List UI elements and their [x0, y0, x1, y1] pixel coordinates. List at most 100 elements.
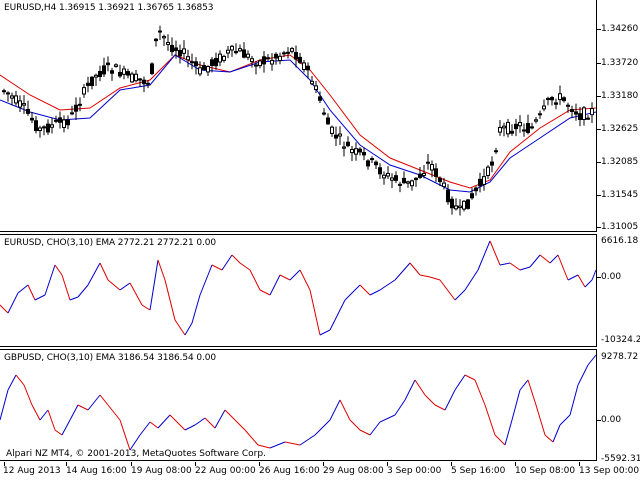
oscillator-segment — [157, 414, 171, 429]
candle-body — [222, 55, 226, 61]
candle-body — [498, 127, 502, 133]
candle-body — [218, 53, 222, 63]
candle-body — [178, 50, 182, 57]
oscillator-segment — [314, 419, 331, 436]
oscillator-segment — [61, 419, 71, 436]
oscillator-segment — [414, 379, 426, 396]
candle-body — [302, 62, 306, 70]
candle-body — [546, 97, 550, 101]
indicator-plot-area[interactable]: GBPUSD, CHO(3,10) EMA 3186.54 3186.54 0.… — [0, 349, 597, 461]
candle-body — [418, 173, 422, 178]
oscillator-segment — [269, 274, 281, 296]
oscillator-segment — [7, 292, 19, 314]
oscillator-segment — [169, 414, 186, 431]
oscillator-segment — [99, 262, 109, 281]
candle-body — [590, 108, 594, 116]
time-label: 10 Sep 08:00 — [515, 466, 576, 476]
candle-body — [350, 148, 354, 154]
oscillator-segment — [535, 404, 546, 436]
scale-label-zero: 0.00 — [601, 272, 622, 282]
oscillator-segment — [404, 379, 416, 401]
candle-body — [142, 79, 146, 85]
indicator-pane-eurusd[interactable]: EURUSD, CHO(3,10) EMA 2772.21 2772.21 0.… — [0, 234, 640, 347]
candle-body — [78, 103, 82, 106]
price-axis-label: 1.31005 — [601, 222, 639, 232]
oscillator-segment — [584, 279, 593, 288]
candle-body — [522, 129, 526, 132]
oscillator-segment — [87, 262, 101, 286]
oscillator-segment — [44, 264, 56, 296]
candle-body — [198, 67, 202, 75]
indicator-title: EURUSD, CHO(3,10) EMA 2772.21 2772.21 0.… — [4, 238, 217, 248]
candle-body — [6, 92, 10, 95]
candle-body — [542, 105, 546, 110]
candle-body — [290, 48, 294, 52]
candle-body — [166, 41, 170, 45]
candle-body — [18, 100, 22, 108]
candle-body — [422, 172, 426, 176]
candle-body — [106, 62, 110, 66]
oscillator-segment — [439, 279, 456, 301]
candle-body — [294, 52, 298, 60]
oscillator-segment — [231, 254, 241, 264]
candle-body — [558, 93, 562, 101]
scale-label-max: 6616.18 — [601, 236, 639, 246]
candle-body — [254, 64, 258, 67]
oscillator-segment — [489, 240, 501, 266]
candle-body — [90, 76, 94, 86]
oscillator-segment — [552, 424, 561, 443]
candle-body — [154, 38, 158, 42]
candle-body — [578, 113, 582, 120]
oscillator-segment — [539, 254, 551, 264]
candle-body — [158, 30, 162, 33]
oscillator-segment — [7, 374, 17, 391]
candle-body — [574, 111, 578, 115]
scale-label-max: 9278.72 — [601, 352, 639, 362]
candle-body — [298, 56, 302, 63]
candle-body — [26, 108, 30, 114]
candle-body — [454, 205, 458, 210]
candle-body — [450, 198, 454, 209]
oscillator-segment — [54, 429, 63, 436]
oscillator-segment — [499, 262, 511, 266]
oscillator-segment — [544, 434, 554, 443]
oscillator-segment — [519, 379, 529, 391]
price-axis-label: 1.33720 — [601, 58, 639, 68]
candle-body — [170, 45, 174, 53]
candle-body — [258, 60, 262, 67]
oscillator-segment — [329, 299, 346, 331]
main-plot-area[interactable]: EURUSD,H4 1.36915 1.36921 1.36765 1.3685… — [0, 0, 597, 232]
oscillator-segment — [221, 254, 233, 271]
time-label: 29 Aug 08:00 — [323, 466, 384, 476]
oscillator-segment — [149, 421, 159, 429]
oscillator-segment — [119, 419, 131, 451]
candle-body — [186, 56, 190, 61]
candle-body — [278, 55, 282, 62]
oscillator-segment — [279, 274, 291, 281]
candle-body — [342, 146, 346, 149]
oscillator-segment — [184, 424, 196, 431]
oscillator-segment — [474, 379, 486, 406]
oscillator-segment — [444, 389, 456, 411]
indicator-pane-gbpusd[interactable]: GBPUSD, CHO(3,10) EMA 3186.54 3186.54 0.… — [0, 349, 640, 464]
candle-body — [482, 176, 486, 185]
oscillator-segment — [0, 304, 9, 314]
oscillator-segment — [289, 269, 301, 281]
oscillator-segment — [369, 421, 381, 436]
candle-body — [494, 150, 498, 153]
oscillator-segment — [477, 240, 491, 271]
candle-body — [470, 193, 474, 199]
time-label: 5 Sep 16:00 — [451, 466, 506, 476]
oscillator-segment — [344, 284, 361, 301]
oscillator-segment — [107, 404, 121, 421]
candle-body — [434, 168, 438, 177]
cho-line-chart — [0, 354, 597, 451]
candle-body — [554, 102, 558, 105]
main-chart-pane[interactable]: EURUSD,H4 1.36915 1.36921 1.36765 1.3685… — [0, 0, 640, 232]
candle-body — [86, 82, 90, 86]
oscillator-segment — [234, 419, 246, 431]
oscillator-segment — [257, 444, 271, 449]
oscillator-segment — [454, 289, 466, 301]
indicator-plot-area[interactable]: EURUSD, CHO(3,10) EMA 2772.21 2772.21 0.… — [0, 234, 597, 347]
candle-body — [74, 104, 78, 112]
